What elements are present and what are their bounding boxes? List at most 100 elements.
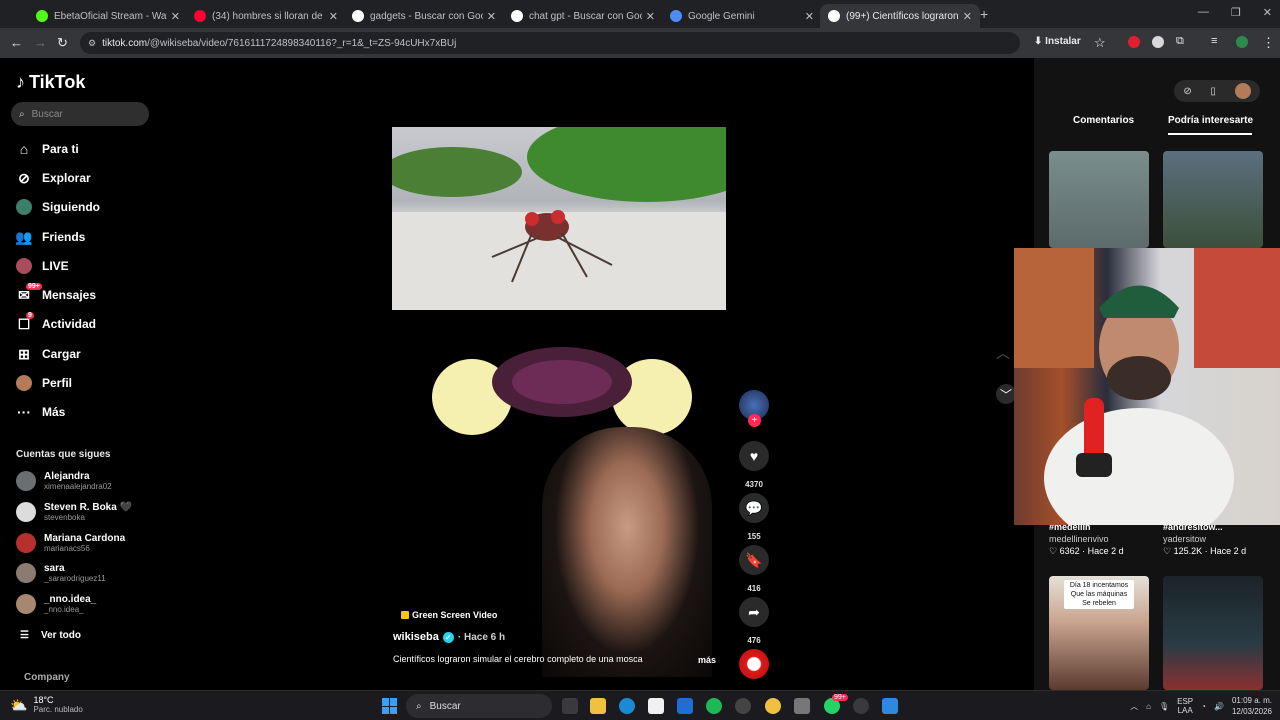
- close-icon[interactable]: ✕: [805, 10, 814, 23]
- follow-plus-button[interactable]: +: [748, 414, 761, 427]
- music-disc-icon[interactable]: [739, 649, 769, 679]
- mail-icon[interactable]: [677, 698, 693, 714]
- video-player[interactable]: Green Screen Video wikiseba ✓ · Hace 6 h…: [392, 127, 726, 677]
- following-account[interactable]: Mariana Cardona marianacs56: [16, 533, 125, 553]
- nav-item-live[interactable]: LIVE: [16, 258, 69, 274]
- bookmark-star-icon[interactable]: ☆: [1094, 35, 1106, 51]
- share-icon[interactable]: ➦: [739, 597, 769, 627]
- search-input[interactable]: ⌕ Buscar: [11, 102, 149, 126]
- recommended-video-thumbnail[interactable]: [1049, 151, 1149, 248]
- video-author[interactable]: wikiseba ✓ · Hace 6 h: [393, 631, 505, 643]
- tab-podria-interesarte[interactable]: Podría interesarte: [1168, 115, 1253, 126]
- browser-tab[interactable]: Google Gemini ✕: [662, 4, 822, 28]
- tiktok-logo[interactable]: ♪ TikTok: [16, 72, 85, 93]
- edge-icon[interactable]: [619, 698, 635, 714]
- windows-start-icon[interactable]: [382, 698, 398, 714]
- site-info-icon[interactable]: ⚙: [88, 38, 96, 49]
- nav-item-explorar[interactable]: ⊘ Explorar: [16, 170, 91, 186]
- user-avatar[interactable]: [1234, 83, 1251, 99]
- minimize-icon[interactable]: —: [1198, 6, 1209, 19]
- address-bar[interactable]: ⚙ tiktok.com /@wikiseba/video/7616111724…: [80, 32, 1020, 54]
- language-indicator[interactable]: ESP LAA: [1177, 697, 1193, 715]
- nav-item-mas[interactable]: ··· Más: [16, 404, 65, 420]
- following-account[interactable]: Alejandra ximenaalejandra02: [16, 471, 112, 491]
- recommended-video-thumbnail[interactable]: [1163, 576, 1263, 690]
- extensions-puzzle-icon[interactable]: ⧉: [1176, 35, 1184, 48]
- chevron-down-icon[interactable]: ﹀: [996, 384, 1016, 404]
- maximize-icon[interactable]: ❐: [1231, 6, 1241, 19]
- nav-label: Friends: [42, 230, 86, 244]
- close-icon[interactable]: ✕: [329, 10, 338, 23]
- comment-count: 155: [747, 532, 761, 541]
- extension-icon[interactable]: [1128, 36, 1140, 48]
- app-icon[interactable]: [882, 698, 898, 714]
- obs-icon[interactable]: [735, 698, 751, 714]
- close-window-icon[interactable]: ✕: [1263, 6, 1272, 19]
- nav-item-friends[interactable]: 👥 Friends: [15, 229, 86, 245]
- network-icon[interactable]: ⌂: [1146, 702, 1151, 711]
- close-icon[interactable]: ✕: [646, 10, 655, 23]
- clock[interactable]: 01:09 a. m. 12/03/2026: [1232, 695, 1272, 717]
- nav-item-perfil[interactable]: Perfil: [16, 375, 72, 391]
- recommended-video-meta[interactable]: #medellin medellinenvivo ♡ 6362 · Hace 2…: [1049, 521, 1124, 557]
- media-control-icon[interactable]: ≡: [1211, 35, 1217, 47]
- weather-widget[interactable]: ⛅ 18°C Parc. nublado: [10, 695, 83, 715]
- microphone-icon[interactable]: 🎙: [1159, 702, 1169, 711]
- back-icon[interactable]: ←: [10, 35, 23, 50]
- chevron-up-icon[interactable]: ︿: [996, 343, 1010, 363]
- menu-kebab-icon[interactable]: ⋮: [1262, 35, 1275, 51]
- save-action[interactable]: 🔖 416: [738, 545, 770, 593]
- reload-icon[interactable]: ↻: [57, 35, 68, 51]
- comment-icon[interactable]: 💬: [739, 493, 769, 523]
- browser-tab[interactable]: chat gpt - Buscar con Google ✕: [503, 4, 663, 28]
- like-action[interactable]: ♥ 4370: [738, 441, 770, 489]
- share-action[interactable]: ➦ 476: [738, 597, 770, 645]
- nav-item-siguiendo[interactable]: Siguiendo: [16, 199, 100, 215]
- device-icon[interactable]: ▯: [1210, 86, 1216, 97]
- nav-item-para-ti[interactable]: ⌂ Para ti: [16, 141, 79, 157]
- browser-tab[interactable]: (34) hombres si lloran de Mario ✕: [186, 4, 346, 28]
- description-more-link[interactable]: más: [698, 655, 716, 665]
- discover-icon[interactable]: ⊘: [1183, 86, 1191, 97]
- company-link[interactable]: Company: [24, 672, 70, 683]
- see-all-following-link[interactable]: ☰ Ver todo: [20, 630, 81, 641]
- task-view-icon[interactable]: [562, 698, 578, 714]
- new-tab-button[interactable]: +: [980, 6, 988, 22]
- settings-icon[interactable]: [794, 698, 810, 714]
- spotify-icon[interactable]: [706, 698, 722, 714]
- browser-tab-active[interactable]: (99+) Científicos lograron simul ✕: [820, 4, 980, 28]
- chevron-up-icon[interactable]: ︿: [1130, 701, 1138, 712]
- nav-item-mensajes[interactable]: ✉ 99+ Mensajes: [16, 283, 96, 303]
- forward-icon[interactable]: →: [34, 35, 47, 50]
- video-likes: 6362: [1059, 546, 1080, 556]
- following-account[interactable]: _nno.idea_ _nno.idea_: [16, 594, 96, 614]
- heart-icon[interactable]: ♥: [739, 441, 769, 471]
- close-icon[interactable]: ✕: [171, 10, 180, 23]
- more-icon: ···: [17, 404, 31, 420]
- green-screen-tag[interactable]: Green Screen Video: [398, 609, 501, 621]
- extension-icon[interactable]: [1236, 36, 1248, 48]
- nav-item-cargar[interactable]: ⊞ Cargar: [16, 346, 81, 362]
- volume-icon[interactable]: 🔊: [1214, 702, 1224, 711]
- recommended-video-meta[interactable]: #andresitow... yadersitow ♡ 125.2K · Hac…: [1163, 521, 1246, 557]
- recommended-video-thumbnail[interactable]: Día 18 incentamos Que las máquinas Se re…: [1049, 576, 1149, 690]
- close-icon[interactable]: ✕: [963, 10, 972, 23]
- wifi-icon[interactable]: ◔: [1201, 702, 1206, 711]
- close-icon[interactable]: ✕: [487, 10, 496, 23]
- recommended-video-thumbnail[interactable]: [1163, 151, 1263, 248]
- bookmark-icon[interactable]: 🔖: [739, 545, 769, 575]
- chrome-icon[interactable]: [765, 698, 781, 714]
- install-app-button[interactable]: ⬇ Instalar: [1034, 36, 1081, 47]
- comment-action[interactable]: 💬 155: [738, 493, 770, 541]
- tab-comentarios[interactable]: Comentarios: [1073, 115, 1134, 126]
- file-explorer-icon[interactable]: [590, 698, 606, 714]
- store-icon[interactable]: [648, 698, 664, 714]
- browser-tab[interactable]: gadgets - Buscar con Google ✕: [344, 4, 504, 28]
- nav-item-actividad[interactable]: ☐ 9 Actividad: [16, 312, 96, 332]
- media-player-icon[interactable]: [853, 698, 869, 714]
- following-account[interactable]: Steven R. Boka 🖤 stevenboka: [16, 502, 132, 522]
- following-account[interactable]: sara _sararodriguez11: [16, 563, 106, 583]
- browser-tab[interactable]: EbetaOficial Stream - Watch Liv ✕: [28, 4, 188, 28]
- extension-icon[interactable]: [1152, 36, 1164, 48]
- taskbar-search[interactable]: ⌕ Buscar: [406, 694, 552, 718]
